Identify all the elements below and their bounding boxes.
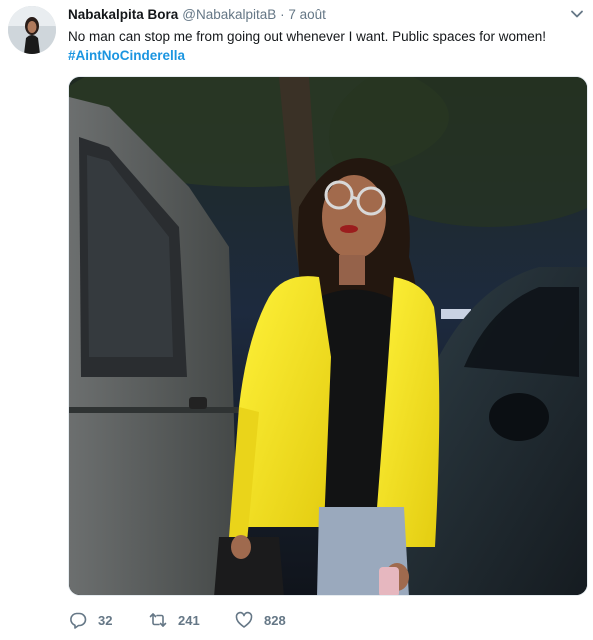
retweet-button[interactable]: 241 bbox=[148, 610, 234, 630]
heart-icon bbox=[234, 610, 254, 630]
reply-count: 32 bbox=[98, 612, 113, 628]
retweet-count: 241 bbox=[178, 612, 200, 628]
chevron-down-icon[interactable] bbox=[569, 6, 585, 22]
tweet-text: No man can stop me from going out whenev… bbox=[68, 29, 546, 44]
tweet-photo[interactable] bbox=[68, 76, 588, 596]
like-count: 828 bbox=[264, 612, 286, 628]
author-handle[interactable]: @NabakalpitaB bbox=[182, 7, 276, 22]
tweet-date[interactable]: 7 août bbox=[288, 7, 326, 22]
tweet-card[interactable]: Nabakalpita Bora @NabakalpitaB · 7 août N… bbox=[0, 0, 593, 640]
photo-illustration bbox=[69, 77, 587, 595]
retweet-icon bbox=[148, 610, 168, 630]
author-name[interactable]: Nabakalpita Bora bbox=[68, 7, 178, 22]
reply-button[interactable]: 32 bbox=[68, 610, 148, 630]
like-button[interactable]: 828 bbox=[234, 610, 304, 630]
tweet-actions: 32 241 828 bbox=[68, 609, 304, 631]
separator-dot: · bbox=[280, 7, 285, 22]
tweet-header: Nabakalpita Bora @NabakalpitaB · 7 août bbox=[68, 6, 559, 26]
hashtag-link[interactable]: #AintNoCinderella bbox=[68, 46, 185, 65]
avatar[interactable] bbox=[8, 6, 56, 54]
reply-icon bbox=[68, 610, 88, 630]
